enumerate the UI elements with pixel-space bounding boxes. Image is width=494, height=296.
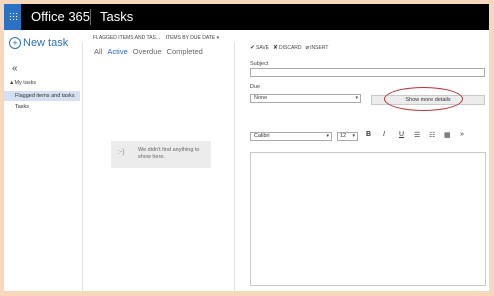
- plus-icon: +: [9, 37, 21, 49]
- due-label: Due: [250, 84, 261, 90]
- due-select[interactable]: None ▾: [250, 94, 361, 103]
- new-task-label: New task: [23, 37, 69, 49]
- view-selector[interactable]: FLAGGED ITEMS AND TAS...: [93, 35, 160, 41]
- list-header: FLAGGED ITEMS AND TAS... ITEMS BY DUE DA…: [93, 35, 219, 41]
- filter-completed[interactable]: Completed: [167, 47, 203, 56]
- italic-button[interactable]: I: [383, 131, 385, 138]
- chevron-down-icon: ▾: [326, 133, 329, 139]
- empty-face-icon: :-): [118, 149, 125, 156]
- font-size: 12: [340, 133, 347, 139]
- sidebar-item-flagged[interactable]: Flagged items and tasks: [4, 91, 80, 101]
- due-value: None: [254, 95, 268, 101]
- chevron-down-icon[interactable]: ▾: [217, 35, 220, 41]
- sidebar-divider: [82, 42, 83, 291]
- command-bar: ✔SAVE ✘DISCARD ⌀INSERT: [250, 44, 328, 51]
- header-divider: [90, 9, 91, 25]
- subject-label: Subject: [250, 61, 269, 67]
- sort-selector[interactable]: ITEMS BY DUE DATE: [166, 35, 216, 41]
- collapse-pane-icon[interactable]: «: [12, 63, 18, 74]
- chevron-down-icon: ▾: [355, 95, 358, 101]
- filter-tabs: All Active Overdue Completed: [94, 47, 203, 56]
- underline-button[interactable]: U: [399, 131, 404, 138]
- bullet-list-icon[interactable]: ☰: [414, 131, 420, 139]
- my-tasks-group[interactable]: ▲My tasks: [9, 80, 36, 86]
- new-task-button[interactable]: + New task: [9, 37, 68, 49]
- app-launcher-icon[interactable]: [4, 4, 21, 30]
- paperclip-icon: ⌀: [305, 45, 310, 51]
- list-divider: [234, 42, 235, 291]
- check-icon: ✔: [250, 45, 256, 51]
- more-options-icon[interactable]: »: [460, 131, 464, 138]
- filter-all[interactable]: All: [94, 47, 102, 56]
- sidebar-item-tasks[interactable]: Tasks: [4, 102, 80, 112]
- font-size-select[interactable]: 12 ▾: [337, 132, 358, 141]
- app-title[interactable]: Office 365: [31, 9, 90, 24]
- save-button[interactable]: ✔SAVE: [250, 44, 269, 51]
- insert-button[interactable]: ⌀INSERT: [306, 44, 329, 51]
- table-icon[interactable]: ▦: [444, 131, 451, 139]
- empty-message: We didn't find anything to show here.: [138, 147, 200, 160]
- discard-icon: ✘: [273, 45, 279, 51]
- app-window: Office 365 Tasks + New task « ▲My tasks …: [4, 4, 489, 291]
- section-title: Tasks: [100, 9, 134, 24]
- bold-button[interactable]: B: [366, 131, 371, 138]
- numbered-list-icon[interactable]: ☷: [429, 131, 435, 139]
- chevron-down-icon: ▾: [352, 133, 355, 139]
- filter-active[interactable]: Active: [107, 47, 127, 56]
- empty-state: :-) We didn't find anything to show here…: [111, 141, 211, 168]
- highlight-annotation: [384, 87, 463, 111]
- font-name: Calibri: [254, 133, 270, 139]
- subject-input[interactable]: [250, 68, 485, 77]
- task-body-editor[interactable]: [250, 152, 486, 286]
- discard-button[interactable]: ✘DISCARD: [273, 44, 302, 51]
- font-select[interactable]: Calibri ▾: [250, 132, 332, 141]
- top-bar: Office 365 Tasks: [4, 4, 489, 30]
- filter-overdue[interactable]: Overdue: [133, 47, 162, 56]
